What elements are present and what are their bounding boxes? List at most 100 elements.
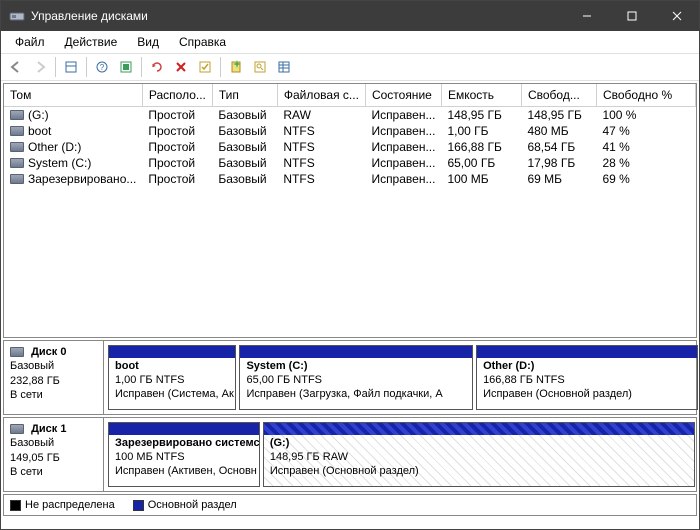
- menu-view[interactable]: Вид: [127, 33, 169, 51]
- toolbar: ?: [1, 53, 699, 81]
- cell-free: 69 МБ: [521, 171, 596, 187]
- cell-fs: RAW: [277, 106, 365, 123]
- cell-free: 148,95 ГБ: [521, 106, 596, 123]
- cell-status: Исправен...: [365, 139, 441, 155]
- table-row[interactable]: bootПростойБазовыйNTFSИсправен...1,00 ГБ…: [4, 123, 696, 139]
- maximize-button[interactable]: [609, 1, 654, 31]
- partition-cap: [109, 423, 259, 435]
- volume-icon: [10, 142, 24, 152]
- swatch-black: [10, 500, 21, 511]
- cell-freepct: 41 %: [596, 139, 695, 155]
- app-icon: [9, 8, 25, 24]
- cell-type: Базовый: [212, 171, 277, 187]
- svg-text:?: ?: [100, 63, 105, 72]
- legend-unallocated: Не распределена: [10, 499, 115, 511]
- cell-name: System (C:): [4, 155, 142, 171]
- settings-button[interactable]: [115, 56, 137, 78]
- cell-free: 480 МБ: [521, 123, 596, 139]
- delete-button[interactable]: [170, 56, 192, 78]
- col-status[interactable]: Состояние: [365, 84, 441, 106]
- cell-freepct: 47 %: [596, 123, 695, 139]
- cell-fs: NTFS: [277, 155, 365, 171]
- volume-icon: [10, 126, 24, 136]
- col-capacity[interactable]: Емкость: [441, 84, 521, 106]
- cell-capacity: 100 МБ: [441, 171, 521, 187]
- col-layout[interactable]: Располо...: [142, 84, 212, 106]
- help-button[interactable]: ?: [91, 56, 113, 78]
- partition-cap: [264, 423, 694, 435]
- titlebar: Управление дисками: [1, 1, 699, 31]
- partition[interactable]: Зарезервировано системс100 МБ NTFSИсправ…: [108, 422, 260, 487]
- partition[interactable]: boot1,00 ГБ NTFSИсправен (Система, Ак: [108, 345, 236, 410]
- back-button[interactable]: [5, 56, 27, 78]
- search-button[interactable]: [249, 56, 271, 78]
- cell-name: (G:): [4, 106, 142, 123]
- disk-row[interactable]: Диск 1Базовый149,05 ГБВ сетиЗарезервиров…: [3, 417, 697, 492]
- menu-action[interactable]: Действие: [55, 33, 128, 51]
- volume-icon: [10, 110, 24, 120]
- partition-body: Other (D:)166,88 ГБ NTFSИсправен (Основн…: [477, 358, 697, 409]
- partition-body: Зарезервировано системс100 МБ NTFSИсправ…: [109, 435, 259, 486]
- cell-status: Исправен...: [365, 155, 441, 171]
- cell-capacity: 166,88 ГБ: [441, 139, 521, 155]
- cell-freepct: 100 %: [596, 106, 695, 123]
- cell-freepct: 69 %: [596, 171, 695, 187]
- partition-body: System (C:)65,00 ГБ NTFSИсправен (Загруз…: [240, 358, 472, 409]
- col-freepct[interactable]: Свободно %: [596, 84, 695, 106]
- cell-layout: Простой: [142, 123, 212, 139]
- cell-layout: Простой: [142, 106, 212, 123]
- cell-type: Базовый: [212, 155, 277, 171]
- window-title: Управление дисками: [31, 9, 148, 23]
- partition-cap: [109, 346, 235, 358]
- new-button[interactable]: [225, 56, 247, 78]
- volume-icon: [10, 174, 24, 184]
- cell-status: Исправен...: [365, 106, 441, 123]
- table-row[interactable]: Other (D:)ПростойБазовыйNTFSИсправен...1…: [4, 139, 696, 155]
- partition-cap: [240, 346, 472, 358]
- cell-fs: NTFS: [277, 171, 365, 187]
- cell-free: 68,54 ГБ: [521, 139, 596, 155]
- disk-icon: [10, 347, 24, 357]
- check-button[interactable]: [194, 56, 216, 78]
- cell-status: Исправен...: [365, 171, 441, 187]
- cell-layout: Простой: [142, 171, 212, 187]
- cell-layout: Простой: [142, 155, 212, 171]
- close-button[interactable]: [654, 1, 699, 31]
- disk-icon: [10, 424, 24, 434]
- col-type[interactable]: Тип: [212, 84, 277, 106]
- partition[interactable]: (G:)148,95 ГБ RAWИсправен (Основной разд…: [263, 422, 695, 487]
- swatch-blue: [133, 500, 144, 511]
- table-header-row[interactable]: Том Располо... Тип Файловая с... Состоян…: [4, 84, 696, 106]
- menu-file[interactable]: Файл: [5, 33, 55, 51]
- menu-help[interactable]: Справка: [169, 33, 236, 51]
- col-volume[interactable]: Том: [4, 84, 142, 106]
- disk-graph: boot1,00 ГБ NTFSИсправен (Система, АкSys…: [104, 341, 696, 414]
- volume-table: Том Располо... Тип Файловая с... Состоян…: [4, 84, 696, 187]
- cell-capacity: 65,00 ГБ: [441, 155, 521, 171]
- disk-graphical-pane: Диск 0Базовый232,88 ГБВ сетиboot1,00 ГБ …: [3, 340, 697, 492]
- col-free[interactable]: Свобод...: [521, 84, 596, 106]
- grid-button[interactable]: [273, 56, 295, 78]
- partition[interactable]: System (C:)65,00 ГБ NTFSИсправен (Загруз…: [239, 345, 473, 410]
- forward-button[interactable]: [29, 56, 51, 78]
- table-row[interactable]: Зарезервировано...ПростойБазовыйNTFSИспр…: [4, 171, 696, 187]
- cell-fs: NTFS: [277, 123, 365, 139]
- cell-layout: Простой: [142, 139, 212, 155]
- disk-graph: Зарезервировано системс100 МБ NTFSИсправ…: [104, 418, 696, 491]
- minimize-button[interactable]: [564, 1, 609, 31]
- cell-fs: NTFS: [277, 139, 365, 155]
- col-fs[interactable]: Файловая с...: [277, 84, 365, 106]
- volume-list-pane[interactable]: Том Располо... Тип Файловая с... Состоян…: [3, 83, 697, 338]
- partition-cap: [477, 346, 697, 358]
- disk-row[interactable]: Диск 0Базовый232,88 ГБВ сетиboot1,00 ГБ …: [3, 340, 697, 415]
- cell-name: boot: [4, 123, 142, 139]
- partition-body: (G:)148,95 ГБ RAWИсправен (Основной разд…: [264, 435, 694, 486]
- view-list-button[interactable]: [60, 56, 82, 78]
- table-row[interactable]: (G:)ПростойБазовыйRAWИсправен...148,95 Г…: [4, 106, 696, 123]
- disk-info: Диск 1Базовый149,05 ГБВ сети: [4, 418, 104, 491]
- legend: Не распределена Основной раздел: [3, 494, 697, 516]
- menubar: Файл Действие Вид Справка: [1, 31, 699, 53]
- partition[interactable]: Other (D:)166,88 ГБ NTFSИсправен (Основн…: [476, 345, 698, 410]
- table-row[interactable]: System (C:)ПростойБазовыйNTFSИсправен...…: [4, 155, 696, 171]
- refresh-button[interactable]: [146, 56, 168, 78]
